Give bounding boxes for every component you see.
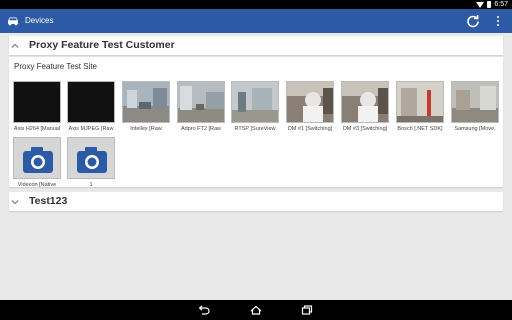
device-thumbnail[interactable] — [231, 81, 279, 123]
device-tile[interactable]: 1 — [67, 137, 119, 188]
camera-icon — [23, 147, 53, 173]
device-tile[interactable]: Videcon [Native — [13, 137, 65, 188]
device-thumbnail[interactable] — [67, 81, 115, 123]
device-label: Adpro FT2 [Raw — [180, 126, 222, 132]
device-tile[interactable]: Adpro FT2 [Raw — [177, 81, 229, 132]
device-tile[interactable]: Intellex [Raw — [122, 81, 174, 132]
chevron-down-icon[interactable] — [10, 197, 20, 207]
device-label: 1 — [89, 182, 93, 188]
device-thumbnail[interactable] — [341, 81, 389, 123]
device-thumbnail[interactable] — [286, 81, 334, 123]
car-icon[interactable] — [6, 15, 20, 26]
status-icons: 6:57 — [476, 0, 508, 9]
site-name: Proxy Feature Test Site — [14, 62, 97, 71]
device-tile[interactable]: RTSP [SureView — [231, 81, 283, 132]
back-icon[interactable] — [197, 304, 211, 316]
camera-icon — [77, 147, 107, 173]
customer-card-1[interactable]: Proxy Feature Test Customer — [9, 36, 503, 55]
device-label: DM #1 [Switching] — [287, 126, 333, 132]
device-thumbnail[interactable] — [396, 81, 444, 123]
device-label: Intellex [Raw — [130, 126, 162, 132]
device-tile[interactable]: DM #3 [Switching] — [341, 81, 393, 132]
site-card: Proxy Feature Test Site Axis H264 [Manua… — [9, 57, 503, 188]
device-thumbnail[interactable] — [13, 81, 61, 123]
customer-name: Test123 — [29, 195, 68, 207]
device-tile[interactable]: Bosch [.NET SDK] — [396, 81, 448, 132]
device-tile[interactable]: Axis MJPEG [Raw — [67, 81, 119, 132]
device-tile[interactable]: Samsung [Move, — [451, 81, 503, 132]
customer-header[interactable]: Test123 — [9, 192, 503, 211]
device-thumbnail[interactable] — [13, 137, 61, 179]
status-time: 6:57 — [494, 1, 508, 8]
app-title: Devices — [25, 16, 54, 25]
device-tile[interactable]: DM #1 [Switching] — [286, 81, 338, 132]
device-label: RTSP [SureView — [234, 126, 276, 132]
overflow-menu-icon[interactable] — [493, 14, 503, 28]
device-tile[interactable]: Axis H264 [Manual — [13, 81, 65, 132]
device-thumbnail[interactable] — [67, 137, 115, 179]
customer-header[interactable]: Proxy Feature Test Customer — [9, 36, 503, 55]
battery-icon — [487, 1, 492, 8]
recents-icon[interactable] — [300, 304, 314, 316]
status-bar: 6:57 — [0, 0, 512, 9]
app-bar: Devices — [0, 9, 512, 33]
device-label: Bosch [.NET SDK] — [397, 126, 443, 132]
device-label: Samsung [Move, — [454, 126, 496, 132]
device-thumbnail[interactable] — [451, 81, 499, 123]
device-label: Axis H264 [Manual — [13, 126, 61, 132]
device-label: DM #3 [Switching] — [342, 126, 388, 132]
device-thumbnail[interactable] — [177, 81, 225, 123]
home-icon[interactable] — [249, 304, 263, 316]
device-label: Axis MJPEG [Raw — [68, 126, 114, 132]
navigation-bar — [0, 300, 512, 320]
device-thumbnail[interactable] — [122, 81, 170, 123]
customer-card-2[interactable]: Test123 — [9, 192, 503, 211]
wifi-icon — [476, 1, 485, 8]
customer-name: Proxy Feature Test Customer — [29, 39, 175, 51]
chevron-up-icon[interactable] — [10, 41, 20, 51]
device-label: Videcon [Native — [17, 182, 57, 188]
refresh-icon[interactable] — [466, 14, 480, 28]
